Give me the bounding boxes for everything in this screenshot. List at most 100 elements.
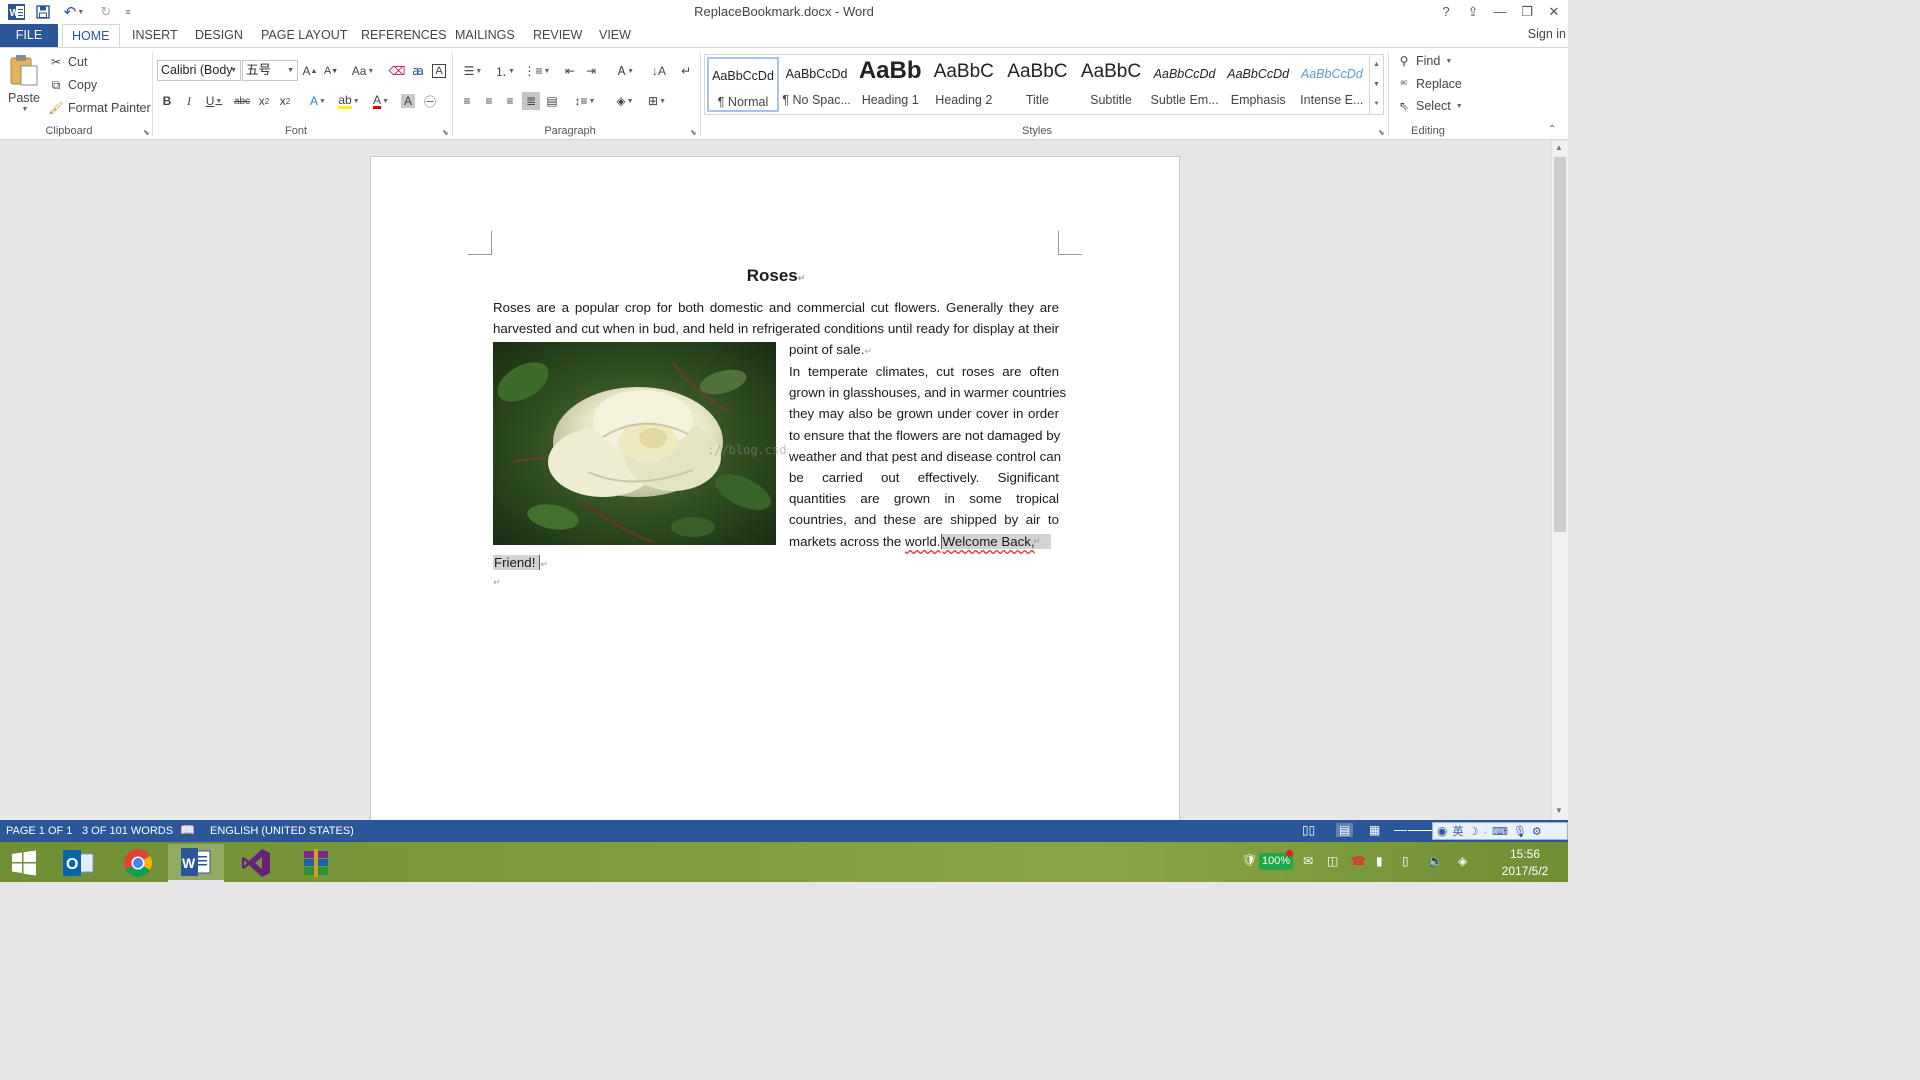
subscript-icon[interactable]: x2 (255, 92, 273, 110)
sign-in-link[interactable]: Sign in (1528, 27, 1566, 41)
style-item[interactable]: AaBbC Heading 2 (928, 57, 1000, 112)
shading-icon[interactable]: ◈ ▼ (611, 92, 639, 110)
styles-dialog-launcher-icon[interactable]: ⬊ (1378, 128, 1385, 137)
tab-references[interactable]: REFERENCES (352, 24, 455, 47)
taskbar-word[interactable]: W (168, 844, 224, 882)
show-hide-marks-icon[interactable]: ↵ (677, 62, 695, 80)
line-spacing-icon[interactable]: ↕≡ ▼ (571, 92, 599, 110)
network-disconnected-icon[interactable]: ☎ (1351, 854, 1366, 868)
tab-insert[interactable]: INSERT (123, 24, 187, 47)
highlight-color-icon[interactable]: ab ▼ (336, 92, 362, 110)
numbering-icon[interactable]: ⒈ ▼ (491, 62, 519, 80)
replace-button[interactable]: ᵃᶜ Replace (1396, 76, 1462, 92)
change-case-icon[interactable]: Aa ▼ (350, 62, 376, 80)
outlook-tray-icon[interactable]: ◫ (1327, 854, 1338, 868)
minimize-button[interactable]: — (1487, 2, 1513, 22)
superscript-icon[interactable]: x2 (276, 92, 294, 110)
scrollbar-thumb[interactable] (1554, 157, 1566, 532)
gallery-scroll-up-icon[interactable]: ▲ (1369, 55, 1383, 74)
character-border-icon[interactable]: A (430, 62, 448, 80)
text-effects-phonetic-icon[interactable]: ꜳ (409, 62, 427, 80)
language-indicator[interactable]: ENGLISH (UNITED STATES) (210, 825, 354, 837)
borders-icon[interactable]: ⊞ ▼ (643, 92, 671, 110)
scroll-up-icon[interactable]: ▲ (1555, 143, 1563, 152)
style-item[interactable]: AaBbCcDd Subtle Em... (1149, 57, 1221, 112)
zoom-out-icon[interactable]: — (1394, 822, 1407, 837)
asian-layout-icon[interactable]: Ꭺ ▼ (612, 62, 640, 80)
security-shield-icon[interactable]: 🛡 (1242, 853, 1257, 867)
clear-formatting-icon[interactable]: ⌫ (388, 62, 406, 80)
style-item[interactable]: AaBbCcDd Intense E... (1296, 57, 1368, 112)
cut-button[interactable]: ✂ Cut (48, 54, 87, 70)
paragraph-2[interactable]: In temperate climates, cut roses are oft… (789, 361, 1066, 553)
align-left-icon[interactable]: ≡ (458, 92, 476, 110)
align-right-icon[interactable]: ≡ (501, 92, 519, 110)
style-item[interactable]: AaBb Heading 1 (854, 57, 926, 112)
tab-home[interactable]: HOME (62, 24, 120, 48)
font-dialog-launcher-icon[interactable]: ⬊ (442, 128, 449, 137)
taskbar-winrar[interactable] (288, 844, 344, 882)
shrink-font-icon[interactable]: A ▼ (322, 62, 340, 80)
italic-icon[interactable]: I (180, 92, 198, 110)
web-layout-icon[interactable]: ▦ (1369, 823, 1380, 837)
gallery-more-icon[interactable]: ⯆ (1369, 95, 1383, 115)
enclose-characters-icon[interactable]: ㊀ (421, 92, 439, 110)
strikethrough-icon[interactable]: abc (233, 92, 251, 110)
clipboard-dialog-launcher-icon[interactable]: ⬊ (143, 128, 150, 137)
read-mode-icon[interactable]: ▯▯ (1302, 823, 1315, 837)
signal-icon[interactable]: ▮ (1376, 854, 1383, 868)
select-button[interactable]: ⇖ Select ▼ (1396, 98, 1463, 114)
taskbar-outlook[interactable]: O (51, 844, 107, 882)
taskbar-chrome[interactable] (110, 844, 166, 882)
ribbon-display-options-icon[interactable]: ⇪ (1460, 2, 1486, 22)
underline-icon[interactable]: U ▼ (201, 92, 227, 110)
bold-icon[interactable]: B (158, 92, 176, 110)
print-layout-icon[interactable]: ▤ (1336, 823, 1354, 837)
format-painter-button[interactable]: 🖌 Format Painter (48, 100, 150, 116)
paragraph-dialog-launcher-icon[interactable]: ⬊ (690, 128, 697, 137)
mail-icon[interactable]: ✉ (1303, 854, 1313, 868)
find-button[interactable]: ⚲ Find ▼ (1396, 53, 1453, 69)
tab-review[interactable]: REVIEW (524, 24, 591, 47)
tab-view[interactable]: VIEW (590, 24, 640, 47)
power-icon[interactable]: ▯ (1402, 854, 1409, 868)
font-size-box[interactable]: 五号 ▼ (242, 60, 298, 81)
text-effects-icon[interactable]: A ▼ (305, 92, 331, 110)
proofing-icon[interactable]: 📖 (180, 823, 195, 837)
bookmark-continuation[interactable]: Friend! ↵ (493, 552, 548, 575)
help-button[interactable]: ? (1433, 2, 1459, 22)
justify-icon[interactable]: ≣ (522, 92, 540, 110)
copy-button[interactable]: ⧉ Copy (48, 77, 97, 93)
font-color-icon[interactable]: A ▼ (368, 92, 394, 110)
style-item[interactable]: AaBbCcDd ¶ No Spac... (781, 57, 853, 112)
style-item[interactable]: AaBbCcDd Emphasis (1222, 57, 1294, 112)
vertical-scrollbar[interactable]: ▲ ▼ (1551, 141, 1568, 820)
word-count[interactable]: 3 OF 101 WORDS (82, 825, 173, 837)
decrease-indent-icon[interactable]: ⇤ (561, 62, 579, 80)
paste-button[interactable]: Paste ▼ (6, 52, 42, 120)
tab-page-layout[interactable]: PAGE LAYOUT (252, 24, 356, 47)
tab-file[interactable]: FILE (0, 24, 58, 47)
font-name-box[interactable]: Calibri (Body ▼ (157, 60, 241, 81)
clock-time[interactable]: 15:56 (1490, 847, 1560, 861)
scroll-down-icon[interactable]: ▼ (1555, 806, 1563, 815)
tab-mailings[interactable]: MAILINGS (446, 24, 524, 47)
style-item[interactable]: AaBbC Subtitle (1075, 57, 1147, 112)
close-button[interactable]: ✕ (1541, 2, 1567, 22)
increase-indent-icon[interactable]: ⇥ (582, 62, 600, 80)
bullets-icon[interactable]: ☰ ▼ (459, 62, 487, 80)
paragraph-1-last-line[interactable]: point of sale.↵ (789, 339, 872, 362)
collapse-ribbon-icon[interactable]: ⌃ (1548, 124, 1556, 135)
document-title[interactable]: Roses↵ (493, 265, 1059, 289)
start-button[interactable] (0, 844, 48, 882)
character-shading-icon[interactable]: A (399, 92, 417, 110)
taskbar-visual-studio[interactable] (228, 844, 284, 882)
style-item[interactable]: AaBbCcDd ¶ Normal (707, 57, 779, 112)
ime-tray-icon[interactable]: ◈ (1458, 854, 1467, 868)
page-count[interactable]: PAGE 1 OF 1 (6, 825, 72, 837)
tab-design[interactable]: DESIGN (186, 24, 252, 47)
sort-icon[interactable]: ↓A (650, 62, 668, 80)
restore-button[interactable]: ❐ (1514, 2, 1540, 22)
paragraph-1[interactable]: Roses are a popular crop for both domest… (493, 297, 1059, 341)
volume-icon[interactable]: 🔈 (1428, 854, 1443, 868)
